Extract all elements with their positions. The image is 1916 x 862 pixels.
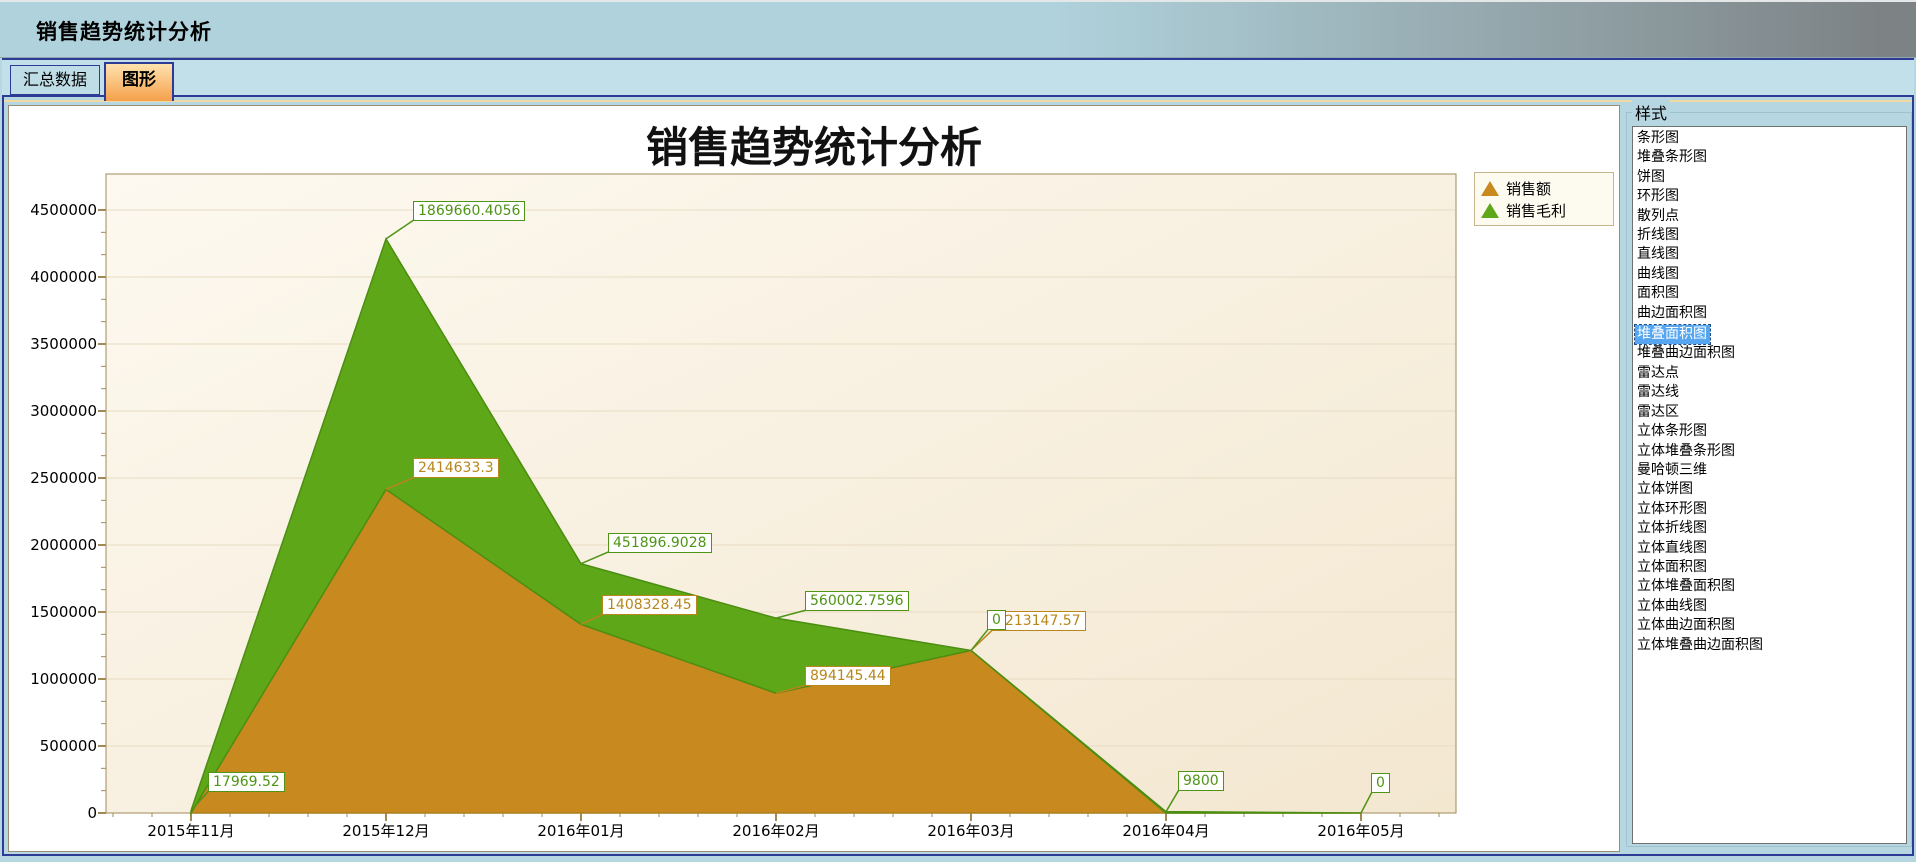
style-option[interactable]: 立体条形图 bbox=[1635, 422, 1906, 441]
chart-panel: 销售趋势统计分析 2015年11月 2015年12月 2016年01月 2016年02… bbox=[8, 105, 1620, 852]
style-option[interactable]: 堆叠条形图 bbox=[1635, 148, 1906, 167]
x-axis-label: 2016年02月 bbox=[706, 820, 846, 841]
style-option[interactable]: 面积图 bbox=[1635, 284, 1906, 303]
style-option[interactable]: 立体堆叠曲边面积图 bbox=[1635, 636, 1906, 655]
data-label: 1408328.45 bbox=[602, 595, 697, 615]
data-label: 2414633.3 bbox=[413, 458, 499, 478]
y-axis-label: 1500000 bbox=[27, 603, 97, 621]
content-accent-line bbox=[4, 100, 1912, 102]
y-axis-label: 0 bbox=[27, 804, 97, 822]
x-axis-label: 2016年05月 bbox=[1291, 820, 1431, 841]
data-label: 0 bbox=[1371, 773, 1390, 793]
legend-item: 销售额 bbox=[1481, 177, 1607, 199]
y-axis-label: 2000000 bbox=[27, 536, 97, 554]
style-option[interactable]: 堆叠曲边面积图 bbox=[1635, 344, 1906, 363]
window-title: 销售趋势统计分析 bbox=[36, 16, 212, 46]
content-panel: 销售趋势统计分析 2015年11月 2015年12月 2016年01月 2016年02… bbox=[2, 95, 1914, 856]
style-option[interactable]: 立体饼图 bbox=[1635, 480, 1906, 499]
style-option[interactable]: 雷达区 bbox=[1635, 403, 1906, 422]
style-option[interactable]: 散列点 bbox=[1635, 207, 1906, 226]
style-option[interactable]: 条形图 bbox=[1635, 129, 1906, 148]
style-option[interactable]: 雷达线 bbox=[1635, 383, 1906, 402]
style-option[interactable]: 直线图 bbox=[1635, 245, 1906, 264]
legend-item: 销售毛利 bbox=[1481, 199, 1607, 221]
style-option[interactable]: 立体曲线图 bbox=[1635, 597, 1906, 616]
tab-strip bbox=[2, 58, 1914, 97]
style-option[interactable]: 立体面积图 bbox=[1635, 558, 1906, 577]
style-option[interactable]: 立体折线图 bbox=[1635, 519, 1906, 538]
y-axis-label: 4000000 bbox=[27, 268, 97, 286]
legend-label: 销售毛利 bbox=[1506, 200, 1566, 221]
style-option-selected[interactable]: 堆叠面积图 bbox=[1635, 325, 1710, 344]
y-axis-label: 3500000 bbox=[27, 335, 97, 353]
x-axis-label: 2016年03月 bbox=[901, 820, 1041, 841]
style-option[interactable]: 曲边面积图 bbox=[1635, 304, 1906, 323]
x-axis-label: 2015年12月 bbox=[316, 820, 456, 841]
style-listbox[interactable]: 条形图堆叠条形图饼图环形图散列点折线图直线图曲线图面积图曲边面积图堆叠面积图堆叠… bbox=[1632, 126, 1907, 844]
legend-triangle-icon bbox=[1481, 181, 1499, 196]
style-option[interactable]: 曼哈顿三维 bbox=[1635, 461, 1906, 480]
style-panel-label: 样式 bbox=[1632, 100, 1670, 124]
data-label: 560002.7596 bbox=[805, 591, 909, 611]
x-axis-label: 2016年04月 bbox=[1096, 820, 1236, 841]
y-axis-label: 2500000 bbox=[27, 469, 97, 487]
style-option[interactable]: 曲线图 bbox=[1635, 265, 1906, 284]
data-label: 9800 bbox=[1178, 771, 1224, 791]
chart-title: 销售趋势统计分析 bbox=[9, 114, 1619, 175]
chart-svg bbox=[9, 106, 1619, 851]
tab-summary-data[interactable]: 汇总数据 bbox=[10, 65, 100, 95]
style-option[interactable]: 立体曲边面积图 bbox=[1635, 616, 1906, 635]
style-option[interactable]: 立体堆叠面积图 bbox=[1635, 577, 1906, 596]
y-axis-label: 4500000 bbox=[27, 201, 97, 219]
y-axis-label: 3000000 bbox=[27, 402, 97, 420]
legend-triangle-icon bbox=[1481, 203, 1499, 218]
y-axis-label: 500000 bbox=[27, 737, 97, 755]
data-label: 451896.9028 bbox=[608, 533, 712, 553]
data-label: 894145.44 bbox=[805, 666, 891, 686]
style-option[interactable]: 饼图 bbox=[1635, 168, 1906, 187]
x-axis-label: 2016年01月 bbox=[511, 820, 651, 841]
style-option[interactable]: 立体堆叠条形图 bbox=[1635, 442, 1906, 461]
data-label: 17969.52 bbox=[208, 772, 285, 792]
tab-graph[interactable]: 图形 bbox=[104, 62, 174, 101]
style-option[interactable]: 折线图 bbox=[1635, 226, 1906, 245]
data-label: 1869660.4056 bbox=[413, 201, 525, 221]
style-option[interactable]: 雷达点 bbox=[1635, 364, 1906, 383]
style-option[interactable]: 立体直线图 bbox=[1635, 539, 1906, 558]
x-axis-label: 2015年11月 bbox=[121, 820, 261, 841]
legend-label: 销售额 bbox=[1506, 178, 1551, 199]
title-bar: 销售趋势统计分析 bbox=[0, 2, 1916, 58]
app-window: 销售趋势统计分析 汇总数据 图形 销售趋势统计分析 2015年11月 2015年1… bbox=[0, 0, 1916, 862]
style-option[interactable]: 环形图 bbox=[1635, 187, 1906, 206]
style-option[interactable]: 立体环形图 bbox=[1635, 500, 1906, 519]
data-label: 0 bbox=[987, 610, 1006, 630]
legend: 销售额销售毛利 bbox=[1474, 172, 1614, 226]
y-axis-label: 1000000 bbox=[27, 670, 97, 688]
